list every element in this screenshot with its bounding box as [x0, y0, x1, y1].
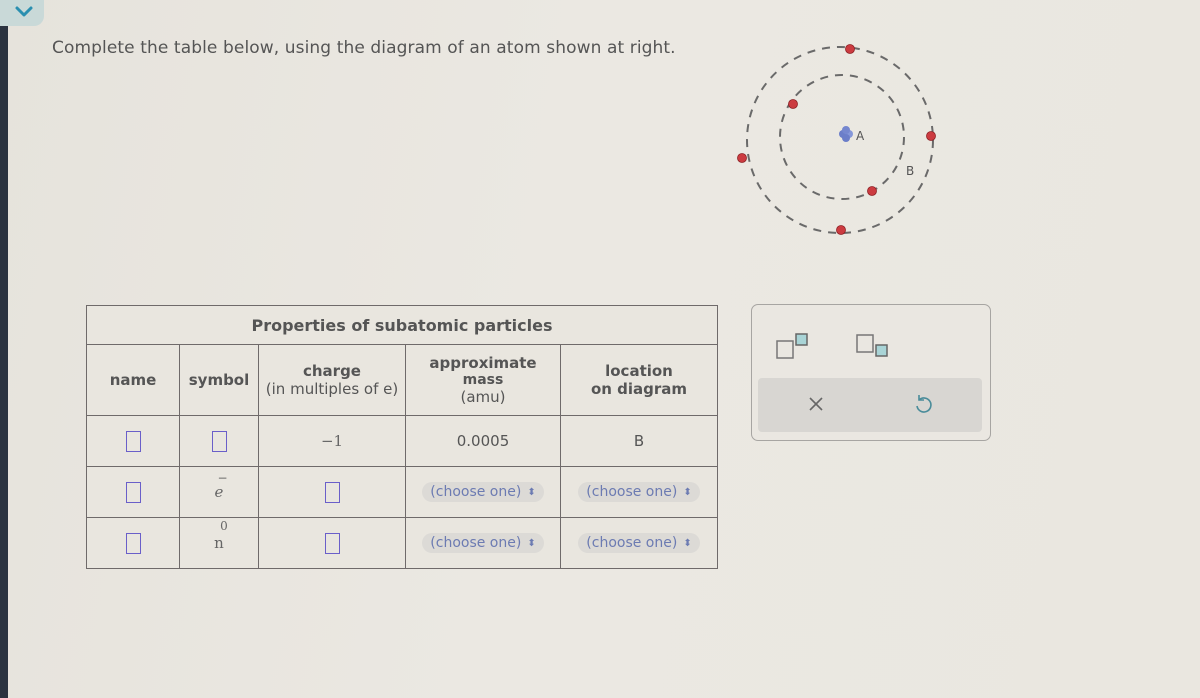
subatomic-particles-table: Properties of subatomic particles name s…: [86, 305, 718, 569]
orbit-label: B: [906, 164, 914, 178]
electron-icon: [845, 44, 855, 54]
action-bar: [758, 378, 982, 432]
header-location-title: location: [605, 362, 673, 380]
electron-icon: [926, 131, 936, 141]
electron-icon: [788, 99, 798, 109]
symbol-sup: 0: [220, 519, 228, 533]
symbol-sup: −: [217, 471, 228, 485]
subscript-icon[interactable]: [854, 331, 894, 363]
name-input[interactable]: [125, 532, 141, 554]
symbol-base: e: [214, 483, 224, 501]
table-row: e − (choose one) ⬍ (choose one) ⬍: [86, 466, 718, 518]
mass-select[interactable]: (choose one) ⬍: [422, 533, 544, 553]
chevron-down-icon: [15, 6, 33, 17]
nucleus-icon: [839, 126, 853, 142]
superscript-icon[interactable]: [774, 331, 814, 363]
charge-input[interactable]: [324, 532, 340, 554]
header-mass-title: approximate: [429, 354, 537, 372]
header-location: location on diagram: [560, 344, 718, 416]
updown-icon: ⬍: [683, 486, 692, 498]
table-caption: Properties of subatomic particles: [86, 305, 718, 345]
header-symbol: symbol: [179, 344, 259, 416]
header-mass-sub: (amu): [460, 388, 506, 406]
symbol-value: e −: [179, 466, 259, 518]
charge-input[interactable]: [324, 481, 340, 503]
name-input[interactable]: [125, 430, 141, 452]
electron-icon: [867, 186, 877, 196]
updown-icon: ⬍: [527, 486, 536, 498]
symbol-value: n0: [179, 517, 259, 569]
mass-select-label: (choose one): [430, 535, 522, 551]
table-row: −1 0.0005 B: [86, 415, 718, 467]
close-icon[interactable]: [808, 396, 824, 412]
electron-icon: [737, 153, 747, 163]
header-name: name: [86, 344, 180, 416]
location-select-label: (choose one): [586, 484, 678, 500]
table-row: n0 (choose one) ⬍ (choose one) ⬍: [86, 517, 718, 569]
location-value: B: [560, 415, 718, 467]
header-mass-mid: mass: [462, 372, 504, 388]
screen-edge: [0, 0, 8, 698]
location-select[interactable]: (choose one) ⬍: [578, 533, 700, 553]
updown-icon: ⬍: [683, 537, 692, 549]
header-mass: approximate mass (amu): [405, 344, 561, 416]
name-input[interactable]: [125, 481, 141, 503]
electron-icon: [836, 225, 846, 235]
undo-icon[interactable]: [913, 393, 933, 415]
charge-value: −1: [258, 415, 406, 467]
header-location-sub: on diagram: [590, 380, 688, 398]
header-charge: charge (in multiples of e): [258, 344, 406, 416]
answer-tool-panel: [751, 304, 991, 441]
mass-value: 0.0005: [405, 415, 561, 467]
symbol-base: n: [214, 534, 224, 552]
location-select-label: (choose one): [586, 535, 678, 551]
mass-select[interactable]: (choose one) ⬍: [422, 482, 544, 502]
nucleus-label: A: [856, 129, 865, 143]
mass-select-label: (choose one): [430, 484, 522, 500]
header-charge-title: charge: [302, 362, 361, 380]
collapse-button[interactable]: [0, 0, 44, 26]
updown-icon: ⬍: [527, 537, 536, 549]
location-select[interactable]: (choose one) ⬍: [578, 482, 700, 502]
symbol-input[interactable]: [211, 430, 227, 452]
instruction-text: Complete the table below, using the diag…: [52, 38, 676, 58]
header-charge-sub: (in multiples of e): [265, 380, 399, 398]
atom-diagram: A B: [737, 44, 936, 235]
